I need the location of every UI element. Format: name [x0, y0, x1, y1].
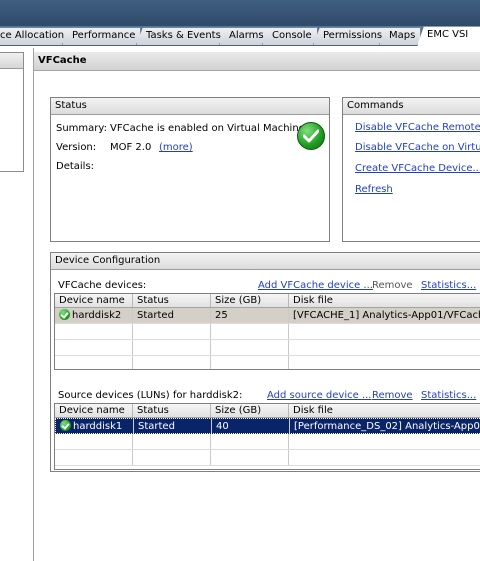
- tab-label: Console: [272, 30, 312, 41]
- device-configuration-group: Device Configuration VFCache devices: Ad…: [50, 252, 480, 472]
- col-size[interactable]: Size (GB): [211, 404, 289, 417]
- tab-tasks-events[interactable]: Tasks & Events: [136, 27, 227, 45]
- tab-label: Maps: [389, 30, 416, 41]
- vfcache-devices-table: Device name Status Size (GB) Disk file h…: [54, 293, 480, 370]
- tab-label: Performance: [72, 30, 136, 41]
- col-disk-file[interactable]: Disk file: [289, 404, 480, 417]
- table-row[interactable]: harddisk1 Started 40 [Performance_DS_02]…: [55, 418, 480, 434]
- tab-label: Tasks & Events: [146, 30, 221, 41]
- tab-console[interactable]: Console: [262, 27, 318, 45]
- status-cell: Started: [133, 308, 211, 323]
- add-source-device-link[interactable]: Add source device ...: [267, 390, 372, 401]
- refresh-link[interactable]: Refresh: [355, 184, 393, 195]
- table-row-empty: [55, 450, 480, 466]
- col-device-name[interactable]: Device name: [55, 294, 133, 307]
- commands-title: Commands: [343, 98, 480, 115]
- title-bar: [0, 0, 480, 28]
- tab-permissions[interactable]: Permissions: [313, 27, 389, 45]
- tab-performance[interactable]: Performance: [62, 27, 142, 45]
- disable-remote-link[interactable]: Disable VFCache Remote Ma: [355, 122, 480, 133]
- col-status[interactable]: Status: [133, 294, 211, 307]
- device-ok-icon: [59, 309, 70, 320]
- summary-label: Summary:: [56, 123, 107, 134]
- version-label: Version:: [56, 142, 97, 153]
- add-vfcache-device-link[interactable]: Add VFCache device ...: [258, 280, 373, 291]
- details-label: Details:: [56, 161, 95, 172]
- status-cell: Started: [134, 419, 212, 433]
- table-row-empty: [55, 434, 480, 450]
- disk-file-cell: [VFCACHE_1] Analytics-App01/VFCache 30: [289, 308, 480, 323]
- create-device-link[interactable]: Create VFCache Device...: [355, 163, 480, 174]
- tab-label: EMC VSI: [427, 29, 469, 40]
- version-value: MOF 2.0: [110, 142, 152, 153]
- left-panel-header: [0, 53, 23, 69]
- table-row-empty: [55, 356, 480, 369]
- tab-label: ce Allocation: [0, 30, 65, 41]
- device-name-cell: harddisk2: [55, 308, 133, 323]
- col-device-name[interactable]: Device name: [55, 404, 133, 417]
- device-ok-icon: [60, 420, 71, 431]
- more-link[interactable]: (more): [159, 142, 193, 153]
- size-cell: 40: [212, 419, 290, 433]
- table-row-empty: [55, 340, 480, 356]
- tab-emc-vsi[interactable]: EMC VSI: [417, 26, 480, 46]
- tab-label: Alarms: [229, 30, 264, 41]
- size-cell: 25: [211, 308, 289, 323]
- source-devices-table: Device name Status Size (GB) Disk file h…: [54, 403, 480, 470]
- commands-group: Commands Disable VFCache Remote Ma Disab…: [342, 97, 480, 242]
- table-row-empty: [55, 324, 480, 340]
- disk-file-cell: [Performance_DS_02] Analytics-App01/An: [290, 419, 480, 433]
- col-status[interactable]: Status: [133, 404, 211, 417]
- table-header: Device name Status Size (GB) Disk file: [55, 294, 480, 308]
- left-panel: [0, 52, 24, 172]
- panel-title: VFCache: [34, 52, 480, 71]
- device-name: harddisk1: [73, 421, 123, 432]
- table-row[interactable]: harddisk2 Started 25 [VFCACHE_1] Analyti…: [55, 308, 480, 324]
- col-size[interactable]: Size (GB): [211, 294, 289, 307]
- device-configuration-title: Device Configuration: [51, 253, 480, 270]
- tab-label: Permissions: [323, 30, 383, 41]
- device-name-cell: harddisk1: [56, 419, 134, 433]
- summary-value: VFCache is enabled on Virtual Machine: [110, 123, 305, 134]
- tab-maps[interactable]: Maps: [379, 27, 422, 45]
- green-check-icon: [297, 122, 325, 150]
- remove-source-link[interactable]: Remove: [372, 390, 413, 401]
- vfcache-devices-label: VFCache devices:: [58, 280, 147, 291]
- vfcache-statistics-link[interactable]: Statistics...: [421, 280, 476, 291]
- source-devices-label: Source devices (LUNs) for harddisk2:: [58, 390, 243, 401]
- tab-strip: ce Allocation Performance Tasks & Events…: [0, 26, 480, 46]
- remove-vfcache-link: Remove: [372, 280, 413, 291]
- table-header: Device name Status Size (GB) Disk file: [55, 404, 480, 418]
- status-title: Status: [51, 98, 329, 115]
- disable-vm-link[interactable]: Disable VFCache on Virtual M: [355, 142, 480, 153]
- source-statistics-link[interactable]: Statistics...: [421, 390, 476, 401]
- col-disk-file[interactable]: Disk file: [289, 294, 480, 307]
- tab-alarms[interactable]: Alarms: [219, 27, 270, 45]
- status-group: Status Summary: VFCache is enabled on Vi…: [50, 97, 330, 242]
- device-name: harddisk2: [72, 310, 122, 321]
- tab-resource-allocation[interactable]: ce Allocation: [0, 27, 71, 45]
